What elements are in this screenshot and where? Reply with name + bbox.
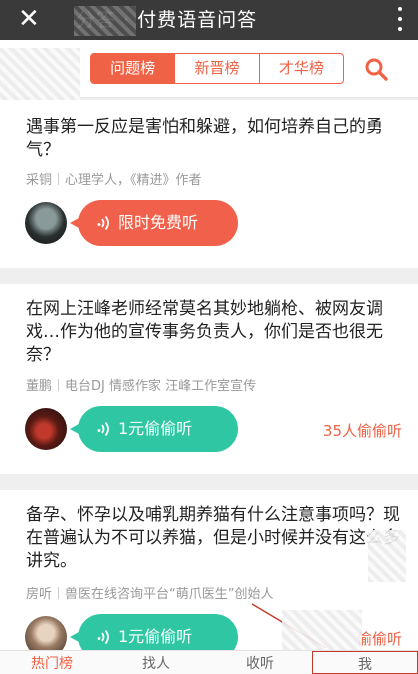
listen-button-label: 1元偷偷听: [118, 419, 193, 438]
avatar[interactable]: [25, 202, 67, 244]
question-text[interactable]: 遇事第一反应是害怕和躲避，如何培养自己的勇气？: [26, 116, 400, 162]
answerer-name[interactable]: 房听: [26, 587, 52, 602]
ranking-segmented-control: 问题榜 新晋榜 才华榜: [90, 53, 344, 84]
sound-wave-icon: [96, 215, 112, 231]
tab-question-ranking[interactable]: 问题榜: [91, 54, 176, 83]
bottom-nav: 热门榜 找人 收听 我: [0, 650, 418, 674]
question-text[interactable]: 备孕、怀孕以及哺乳期养猫有什么注意事项吗？现在普遍认为不可以养猫，但是小时候并没…: [26, 504, 400, 573]
answerer-info: 房听 兽医在线咨询平台“萌爪医生”创始人: [26, 586, 274, 604]
answerer-title: 心理学人，《精进》作者: [65, 173, 202, 188]
listen-button-label: 限时免费听: [118, 213, 199, 232]
blur-overlay: [368, 530, 406, 582]
answerer-name[interactable]: 董鹏: [26, 379, 52, 394]
bottom-tab-listen[interactable]: 收听: [208, 651, 312, 674]
listen-button[interactable]: 1元偷偷听: [70, 406, 238, 452]
listen-button[interactable]: 限时免费听: [70, 200, 238, 246]
title-bar: ✕ 分答 · 付费语音问答: [0, 0, 418, 40]
more-vertical-icon[interactable]: [396, 4, 404, 34]
tab-talent-ranking[interactable]: 才华榜: [260, 54, 343, 83]
question-text[interactable]: 在网上汪峰老师经常莫名其妙地躺枪、被网友调戏…作为他的宣传事务负责人，你们是否也…: [26, 298, 400, 367]
bottom-tab-me[interactable]: 我: [312, 651, 418, 674]
question-card[interactable]: 遇事第一反应是害怕和躲避，如何培养自己的勇气？ 采铜 心理学人，《精进》作者 限时…: [0, 100, 418, 268]
listen-count: 35人偷偷听: [322, 422, 402, 440]
sound-wave-icon: [96, 629, 112, 645]
bottom-tab-hot[interactable]: 热门榜: [0, 651, 104, 674]
answerer-title: 兽医在线咨询平台“萌爪医生”创始人: [65, 587, 274, 602]
sound-wave-icon: [96, 421, 112, 437]
question-card[interactable]: 在网上汪峰老师经常莫名其妙地躺枪、被网友调戏…作为他的宣传事务负责人，你们是否也…: [0, 284, 418, 474]
answerer-name[interactable]: 采铜: [26, 173, 52, 188]
listen-count: 偷偷听: [356, 630, 402, 648]
bottom-tab-find[interactable]: 找人: [104, 651, 208, 674]
blur-overlay: [74, 6, 136, 36]
answerer-info: 董鹏 电台DJ 情感作家 汪峰工作室宣传: [26, 378, 256, 396]
avatar[interactable]: [25, 408, 67, 450]
tab-new-ranking[interactable]: 新晋榜: [175, 54, 260, 83]
answerer-title: 电台DJ 情感作家 汪峰工作室宣传: [65, 379, 257, 394]
search-icon[interactable]: [364, 57, 388, 81]
close-icon[interactable]: ✕: [18, 4, 40, 34]
answerer-info: 采铜 心理学人，《精进》作者: [26, 172, 202, 190]
blur-overlay: [0, 48, 80, 108]
